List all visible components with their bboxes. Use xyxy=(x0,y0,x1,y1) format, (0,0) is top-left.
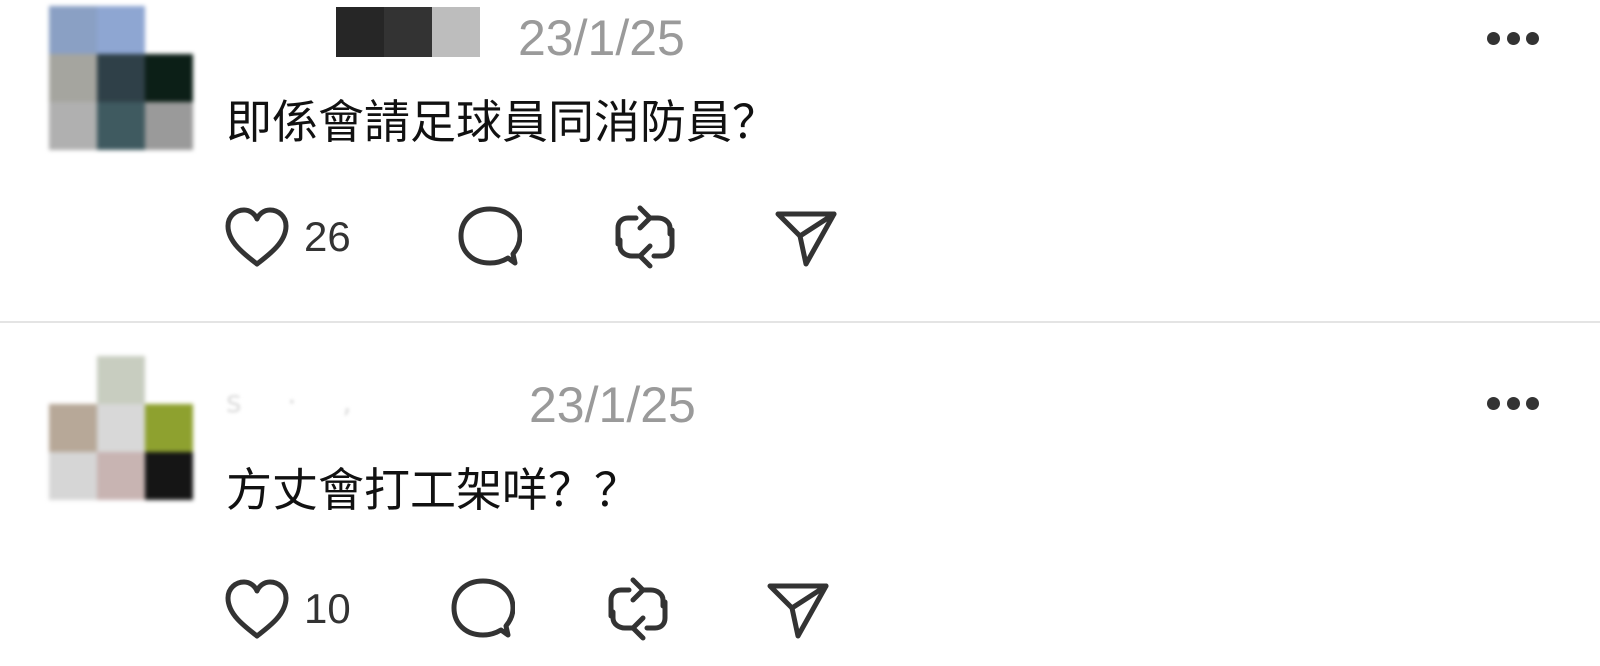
like-count: 26 xyxy=(304,213,351,260)
heart-icon xyxy=(224,578,290,640)
avatar[interactable] xyxy=(49,6,193,150)
repost-button[interactable] xyxy=(607,573,669,645)
reply-button[interactable] xyxy=(451,573,515,645)
avatar-pixel xyxy=(49,404,97,452)
repost-icon xyxy=(614,204,676,270)
avatar-pixel xyxy=(145,6,193,54)
avatar-pixel xyxy=(97,6,145,54)
post-content: 即係會請足球員同消防員？ xyxy=(226,95,778,149)
avatar[interactable] xyxy=(49,356,193,500)
reply-post: s · , 23/1/25 方丈會打工架咩？？ 10 xyxy=(0,323,1600,666)
like-button[interactable]: 26 xyxy=(224,201,351,273)
more-dot xyxy=(1526,31,1539,45)
avatar-pixel xyxy=(145,452,193,500)
heart-icon xyxy=(224,206,290,268)
more-horizontal-icon xyxy=(1487,31,1500,45)
avatar-pixel xyxy=(49,452,97,500)
avatar-pixel xyxy=(97,102,145,150)
more-dot xyxy=(1526,396,1539,410)
username-redacted[interactable]: s · , xyxy=(226,374,370,430)
redaction-block xyxy=(432,7,480,57)
avatar-pixel xyxy=(145,404,193,452)
redaction-block xyxy=(384,7,432,57)
more-dot xyxy=(1506,396,1520,410)
avatar-pixel xyxy=(49,54,97,102)
share-button[interactable] xyxy=(774,201,838,273)
username-fragment: s · , xyxy=(226,384,370,420)
repost-icon xyxy=(607,576,669,642)
reply-button[interactable] xyxy=(458,201,522,273)
timestamp: 23/1/25 xyxy=(518,10,685,66)
post-content: 方丈會打工架咩？？ xyxy=(226,463,640,517)
action-bar: 26 xyxy=(0,201,1600,273)
avatar-pixel xyxy=(97,404,145,452)
comment-bubble-icon xyxy=(451,577,515,641)
repost-button[interactable] xyxy=(614,201,676,273)
avatar-pixel xyxy=(145,102,193,150)
more-options-button[interactable] xyxy=(1487,395,1539,411)
share-button[interactable] xyxy=(766,573,830,645)
avatar-pixel xyxy=(49,6,97,54)
avatar-pixel xyxy=(97,54,145,102)
comment-bubble-icon xyxy=(458,205,522,269)
avatar-pixel xyxy=(49,102,97,150)
more-horizontal-icon xyxy=(1487,396,1500,410)
username-redacted[interactable] xyxy=(336,4,480,60)
reply-post: 23/1/25 即係會請足球員同消防員？ 26 xyxy=(0,0,1600,321)
like-button[interactable]: 10 xyxy=(224,573,351,645)
more-dot xyxy=(1506,31,1520,45)
send-icon xyxy=(774,206,838,268)
avatar-pixel xyxy=(97,452,145,500)
action-bar: 10 xyxy=(0,573,1600,645)
timestamp: 23/1/25 xyxy=(529,377,696,433)
avatar-pixel xyxy=(97,356,145,404)
like-count: 10 xyxy=(304,585,351,632)
redaction-block xyxy=(336,7,384,57)
avatar-pixel xyxy=(145,356,193,404)
avatar-pixel xyxy=(49,356,97,404)
send-icon xyxy=(766,578,830,640)
more-options-button[interactable] xyxy=(1487,30,1539,46)
avatar-pixel xyxy=(145,54,193,102)
